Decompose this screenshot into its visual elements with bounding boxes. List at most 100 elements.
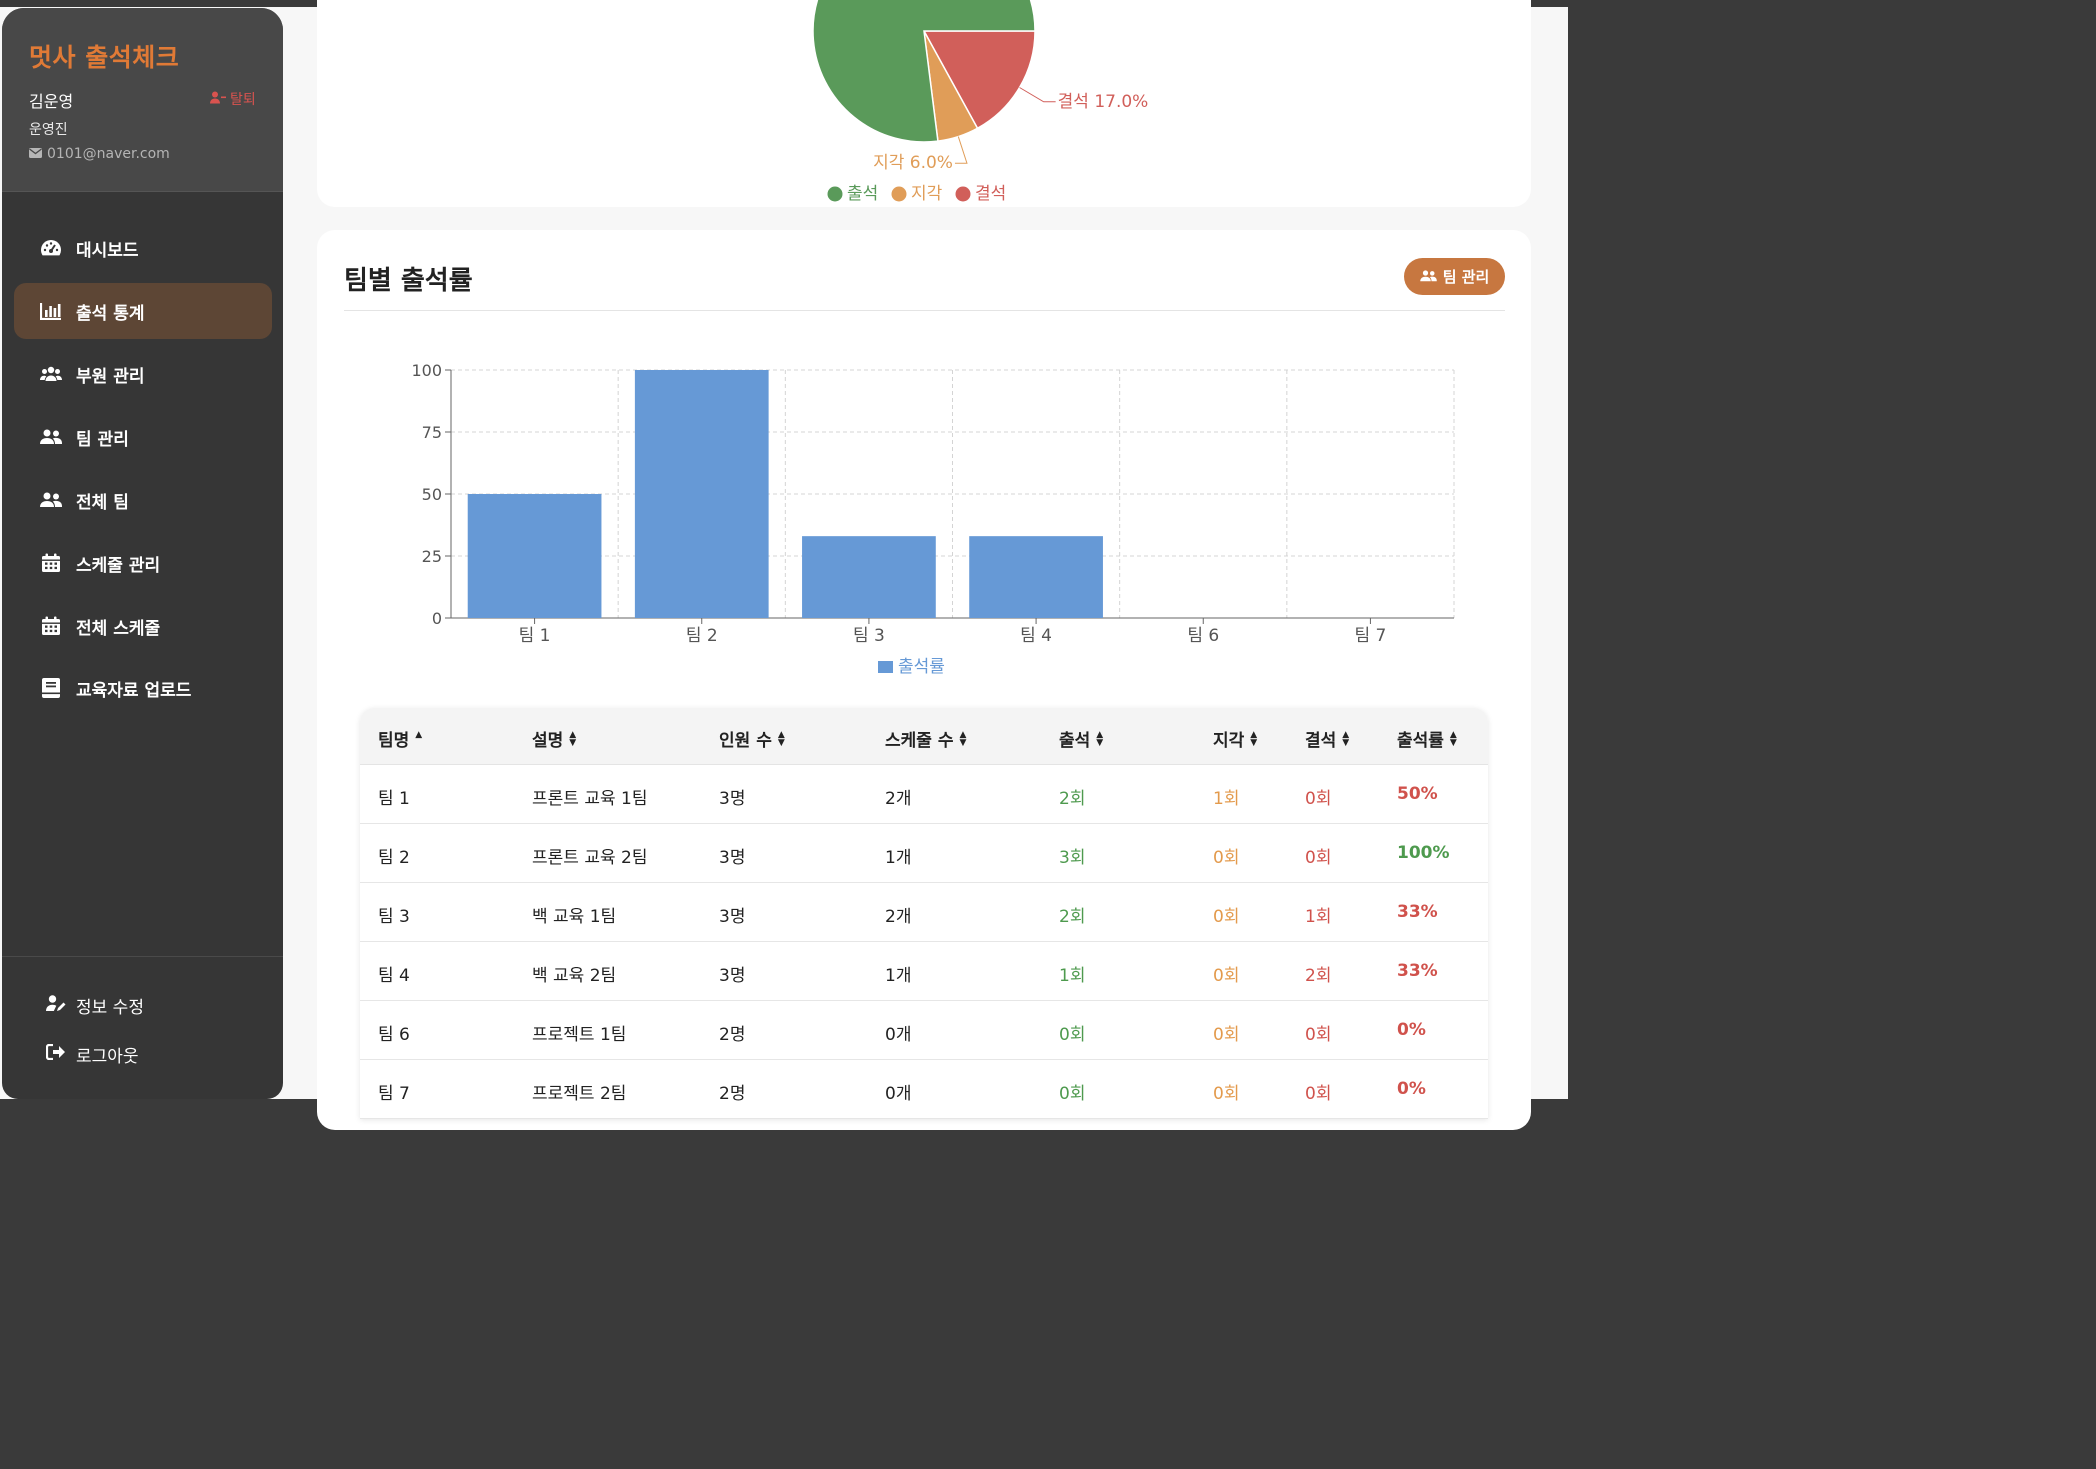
cell-rate: 0%: [1397, 1020, 1426, 1040]
nav-label-dashboard: 대시보드: [76, 240, 139, 261]
table-row[interactable]: 팀 7 프로젝트 2팀 2명 0개 0회 0회 0회 0%: [360, 1060, 1488, 1119]
nav-label-attendance-stats: 출석 통계: [76, 303, 145, 324]
nav-item-attendance-stats[interactable]: 출석 통계: [14, 283, 272, 339]
y-tick-label: 0: [432, 609, 442, 628]
bar-1[interactable]: [467, 494, 602, 618]
nav-label-schedule-manage: 스케줄 관리: [76, 555, 161, 576]
team-attendance-card: 팀별 출석률 팀 관리 0 25 50 75 100 팀 1팀 2팀 3팀 4팀 6팀 7…: [317, 230, 1531, 1130]
column-header-6[interactable]: 결석 ▲ ▼: [1305, 726, 1349, 751]
bar-2[interactable]: [634, 370, 769, 618]
sort-icon: ▲ ▼: [1250, 729, 1258, 748]
user-name: 김운영: [29, 92, 74, 111]
table-row[interactable]: 팀 6 프로젝트 1팀 2명 0개 0회 0회 0회 0%: [360, 1001, 1488, 1060]
x-tick-label: 팀 7: [1354, 626, 1386, 646]
column-header-5[interactable]: 지각 ▲ ▼: [1213, 726, 1257, 751]
cell-late: 1회: [1213, 789, 1240, 809]
cell-members: 3명: [719, 907, 746, 927]
sort-icon: ▲ ▼: [1342, 729, 1350, 748]
legend-label[interactable]: 출석률: [898, 657, 945, 677]
y-tick-label: 75: [422, 423, 442, 442]
cell-absent: 1회: [1305, 907, 1332, 927]
withdraw-button[interactable]: 탈퇴: [210, 89, 256, 109]
table-row[interactable]: 팀 3 백 교육 1팀 3명 2개 2회 0회 1회 33%: [360, 883, 1488, 942]
column-header-label: 결석: [1305, 731, 1337, 751]
book-icon: [40, 677, 62, 699]
legend-label-2[interactable]: 결석: [975, 184, 1006, 204]
cell-schedules: 1개: [885, 848, 912, 868]
column-header-4[interactable]: 출석 ▲ ▼: [1059, 726, 1103, 751]
cell-name: 팀 3: [378, 907, 410, 927]
edit-profile-button[interactable]: 정보 수정: [46, 993, 144, 1018]
sidebar-divider: [2, 956, 283, 957]
calendar-icon: [40, 552, 62, 574]
cell-name: 팀 2: [378, 848, 410, 868]
nav-label-all-schedules: 전체 스케줄: [76, 618, 161, 639]
pie-label-late: 지각 6.0%: [873, 153, 953, 173]
team-table: 팀명 ▲▼ 설명 ▲▼ 인원 수 ▲▼ 스케줄 수 ▲▼ 출석 ▲▼ 지각 ▲▼ 결석 ▲▼ 출석률 ▲▼ 팀…: [360, 708, 1488, 1119]
legend-dot-0: [827, 186, 843, 202]
nav-item-upload-materials[interactable]: 교육자료 업로드: [14, 660, 272, 716]
dashboard-icon: [40, 237, 62, 259]
cell-members: 2명: [719, 1084, 746, 1104]
column-header-1[interactable]: 설명 ▲ ▼: [532, 726, 576, 751]
user-group-icon: [40, 426, 62, 448]
cell-present: 2회: [1059, 789, 1086, 809]
cell-absent: 0회: [1305, 1084, 1332, 1104]
column-header-label: 인원 수: [719, 731, 772, 751]
user-email: 0101@naver.com: [29, 146, 170, 162]
y-tick-label: 25: [422, 547, 442, 566]
bar-3[interactable]: [802, 536, 936, 618]
table-body: 팀 1 프론트 교육 1팀 3명 2개 2회 1회 0회 50% 팀 2 프론트 교육 2팀 3명 1…: [360, 765, 1488, 1119]
cell-present: 0회: [1059, 1084, 1086, 1104]
column-header-label: 팀명: [378, 731, 410, 751]
x-tick-label: 팀 6: [1187, 626, 1219, 646]
column-header-label: 스케줄 수: [885, 731, 954, 751]
calendar-icon: [40, 615, 62, 637]
nav-item-all-teams[interactable]: 전체 팀: [14, 472, 272, 528]
legend-label-0[interactable]: 출석: [847, 184, 878, 204]
nav-label-team-manage: 팀 관리: [76, 429, 129, 450]
column-header-0[interactable]: 팀명 ▲▼: [378, 726, 422, 751]
cell-schedules: 2개: [885, 907, 912, 927]
cell-late: 0회: [1213, 907, 1240, 927]
sort-icon: ▲ ▼: [1449, 729, 1457, 748]
cell-name: 팀 4: [378, 966, 410, 986]
attendance-pie-chart: 결석 17.0% 지각 6.0% 출석 지각 결석: [812, 0, 1149, 204]
cell-late: 0회: [1213, 1084, 1240, 1104]
nav-item-schedule-manage[interactable]: 스케줄 관리: [14, 535, 272, 591]
column-header-label: 지각: [1213, 731, 1245, 751]
nav-item-all-schedules[interactable]: 전체 스케줄: [14, 598, 272, 654]
cell-name: 팀 1: [378, 789, 410, 809]
table-row[interactable]: 팀 1 프론트 교육 1팀 3명 2개 2회 1회 0회 50%: [360, 765, 1488, 824]
nav-item-team-manage[interactable]: 팀 관리: [14, 409, 272, 465]
table-row[interactable]: 팀 4 백 교육 2팀 3명 1개 1회 0회 2회 33%: [360, 942, 1488, 1001]
cell-absent: 0회: [1305, 1025, 1332, 1045]
envelope-icon: [29, 146, 42, 162]
user-edit-icon: [46, 994, 66, 1017]
column-header-7[interactable]: 출석률 ▲ ▼: [1397, 726, 1457, 751]
sort-asc-icon: ▲▼: [415, 729, 423, 740]
sidebar: 멋사 출석체크 김운영 탈퇴 운영진 0101@naver.com 대시보드 출…: [2, 8, 283, 1099]
logout-button[interactable]: 로그아웃: [45, 1042, 139, 1067]
chart-bar-icon: [40, 300, 62, 322]
legend-dot-2: [955, 186, 971, 202]
cell-desc: 프론트 교육 2팀: [532, 848, 648, 868]
bar-4[interactable]: [969, 536, 1103, 618]
legend-label-1[interactable]: 지각: [911, 184, 943, 204]
x-tick-label: 팀 2: [686, 626, 718, 646]
cell-desc: 프론트 교육 1팀: [532, 789, 648, 809]
nav-item-dashboard[interactable]: 대시보드: [14, 220, 272, 276]
pie-label-absent: 결석 17.0%: [1058, 92, 1149, 112]
nav-item-members[interactable]: 부원 관리: [14, 346, 272, 402]
cell-present: 3회: [1059, 848, 1086, 868]
column-header-3[interactable]: 스케줄 수 ▲ ▼: [885, 726, 966, 751]
table-row[interactable]: 팀 2 프론트 교육 2팀 3명 1개 3회 0회 0회 100%: [360, 824, 1488, 883]
column-header-2[interactable]: 인원 수 ▲ ▼: [719, 726, 785, 751]
cell-schedules: 0개: [885, 1025, 912, 1045]
cell-late: 0회: [1213, 848, 1240, 868]
cell-present: 2회: [1059, 907, 1086, 927]
legend-dot-1: [891, 186, 907, 202]
sort-icon: ▲ ▼: [1096, 729, 1104, 748]
sign-out-icon: [45, 1043, 66, 1065]
nav-label-upload-materials: 교육자료 업로드: [76, 680, 192, 701]
